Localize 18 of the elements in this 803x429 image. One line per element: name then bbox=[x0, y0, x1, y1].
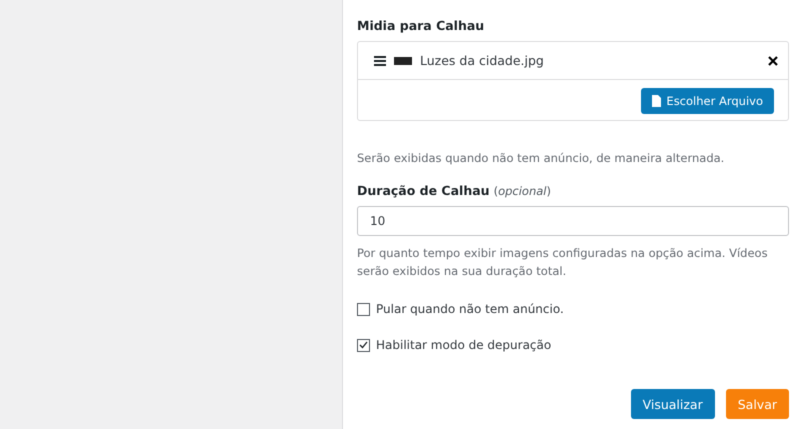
checkbox-label: Habilitar modo de depuração bbox=[376, 338, 552, 352]
field-label: Duração de Calhau (opcional) bbox=[357, 183, 552, 198]
checkbox-label: Pular quando não tem anúncio. bbox=[376, 302, 564, 316]
choose-file-button[interactable]: Escolher Arquivo bbox=[641, 88, 774, 114]
file-name: Luzes da cidade.jpg bbox=[420, 53, 545, 68]
image-thumbnail bbox=[394, 56, 412, 64]
optional-note: (opcional) bbox=[494, 184, 551, 198]
preview-button[interactable]: Visualizar bbox=[630, 389, 715, 419]
document-icon bbox=[652, 95, 662, 107]
checkbox[interactable] bbox=[357, 338, 370, 352]
drag-handle-icon[interactable] bbox=[374, 56, 386, 66]
save-button[interactable]: Salvar bbox=[726, 389, 789, 419]
duration-input[interactable]: 10 bbox=[357, 206, 789, 236]
help-text: Serão exibidas quando não tem anúncio, de maneira alternada. bbox=[357, 150, 726, 167]
checkbox[interactable] bbox=[357, 302, 370, 316]
help-text: Por quanto tempo exibir imagens configuradas na opção acima. Vídeos serão exibidos na sua duração total. bbox=[357, 245, 769, 280]
field-label: Midia para Calhau bbox=[357, 18, 486, 33]
close-icon[interactable] bbox=[768, 56, 778, 66]
